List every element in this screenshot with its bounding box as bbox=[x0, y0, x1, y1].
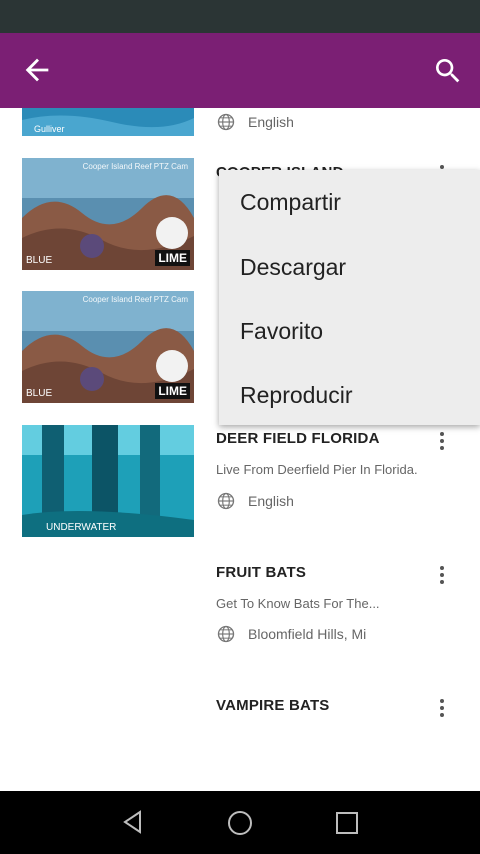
globe-icon bbox=[217, 492, 235, 510]
thumbnail-logo-text: Gulliver bbox=[34, 124, 65, 134]
list-item[interactable]: VAMPIRE BATS bbox=[0, 691, 480, 791]
video-thumbnail[interactable]: Gulliver bbox=[22, 108, 194, 136]
lime-badge: LIME bbox=[155, 250, 190, 266]
underwater-logo: UNDERWATER bbox=[46, 522, 117, 533]
video-thumbnail[interactable]: Cooper Island Reef PTZ Cam LIME BLUE bbox=[22, 291, 194, 403]
video-title: VAMPIRE BATS bbox=[216, 697, 330, 714]
list-item[interactable]: UNDERWATER DEER FIELD FLORIDA Live From … bbox=[0, 424, 480, 557]
menu-item-play[interactable]: Reproducir bbox=[240, 382, 353, 409]
arrow-back-icon[interactable] bbox=[20, 53, 54, 87]
video-title: DEER FIELD FLORIDA bbox=[216, 430, 380, 447]
meta-text: English bbox=[248, 114, 294, 130]
thumbnail-caption: Cooper Island Reef PTZ Cam bbox=[82, 162, 188, 171]
more-options-icon[interactable] bbox=[436, 564, 448, 588]
nav-back-icon[interactable] bbox=[120, 809, 146, 835]
context-menu: Compartir Descargar Favorito Reproducir bbox=[219, 170, 480, 425]
video-description: Live From Deerfield Pier In Florida. bbox=[216, 462, 418, 477]
nav-recents-icon[interactable] bbox=[334, 810, 360, 836]
more-options-icon[interactable] bbox=[436, 697, 448, 721]
thumbnail-caption: Cooper Island Reef PTZ Cam bbox=[82, 295, 188, 304]
video-title: FRUIT BATS bbox=[216, 564, 307, 581]
list-item[interactable]: Gulliver English bbox=[0, 108, 480, 136]
lime-badge: LIME bbox=[155, 383, 190, 399]
globe-icon bbox=[217, 113, 235, 131]
list-item[interactable]: FRUIT BATS Get To Know Bats For The... B… bbox=[0, 558, 480, 691]
globe-icon bbox=[217, 625, 235, 643]
menu-item-download[interactable]: Descargar bbox=[240, 254, 346, 281]
blue-logo: BLUE bbox=[26, 388, 53, 399]
app-bar bbox=[0, 33, 480, 108]
video-thumbnail[interactable]: Cooper Island Reef PTZ Cam LIME BLUE bbox=[22, 158, 194, 270]
nav-home-icon[interactable] bbox=[226, 809, 254, 837]
video-description: Get To Know Bats For The... bbox=[216, 596, 380, 611]
status-bar bbox=[0, 0, 480, 33]
menu-item-favorite[interactable]: Favorito bbox=[240, 318, 323, 345]
search-icon[interactable] bbox=[432, 55, 464, 87]
more-options-icon[interactable] bbox=[436, 430, 448, 454]
meta-text: English bbox=[248, 493, 294, 509]
meta-text: Bloomfield Hills, Mi bbox=[248, 626, 367, 642]
menu-item-share[interactable]: Compartir bbox=[240, 189, 341, 216]
video-thumbnail[interactable]: UNDERWATER bbox=[22, 425, 194, 537]
system-nav-bar bbox=[0, 791, 480, 854]
blue-logo: BLUE bbox=[26, 255, 53, 266]
